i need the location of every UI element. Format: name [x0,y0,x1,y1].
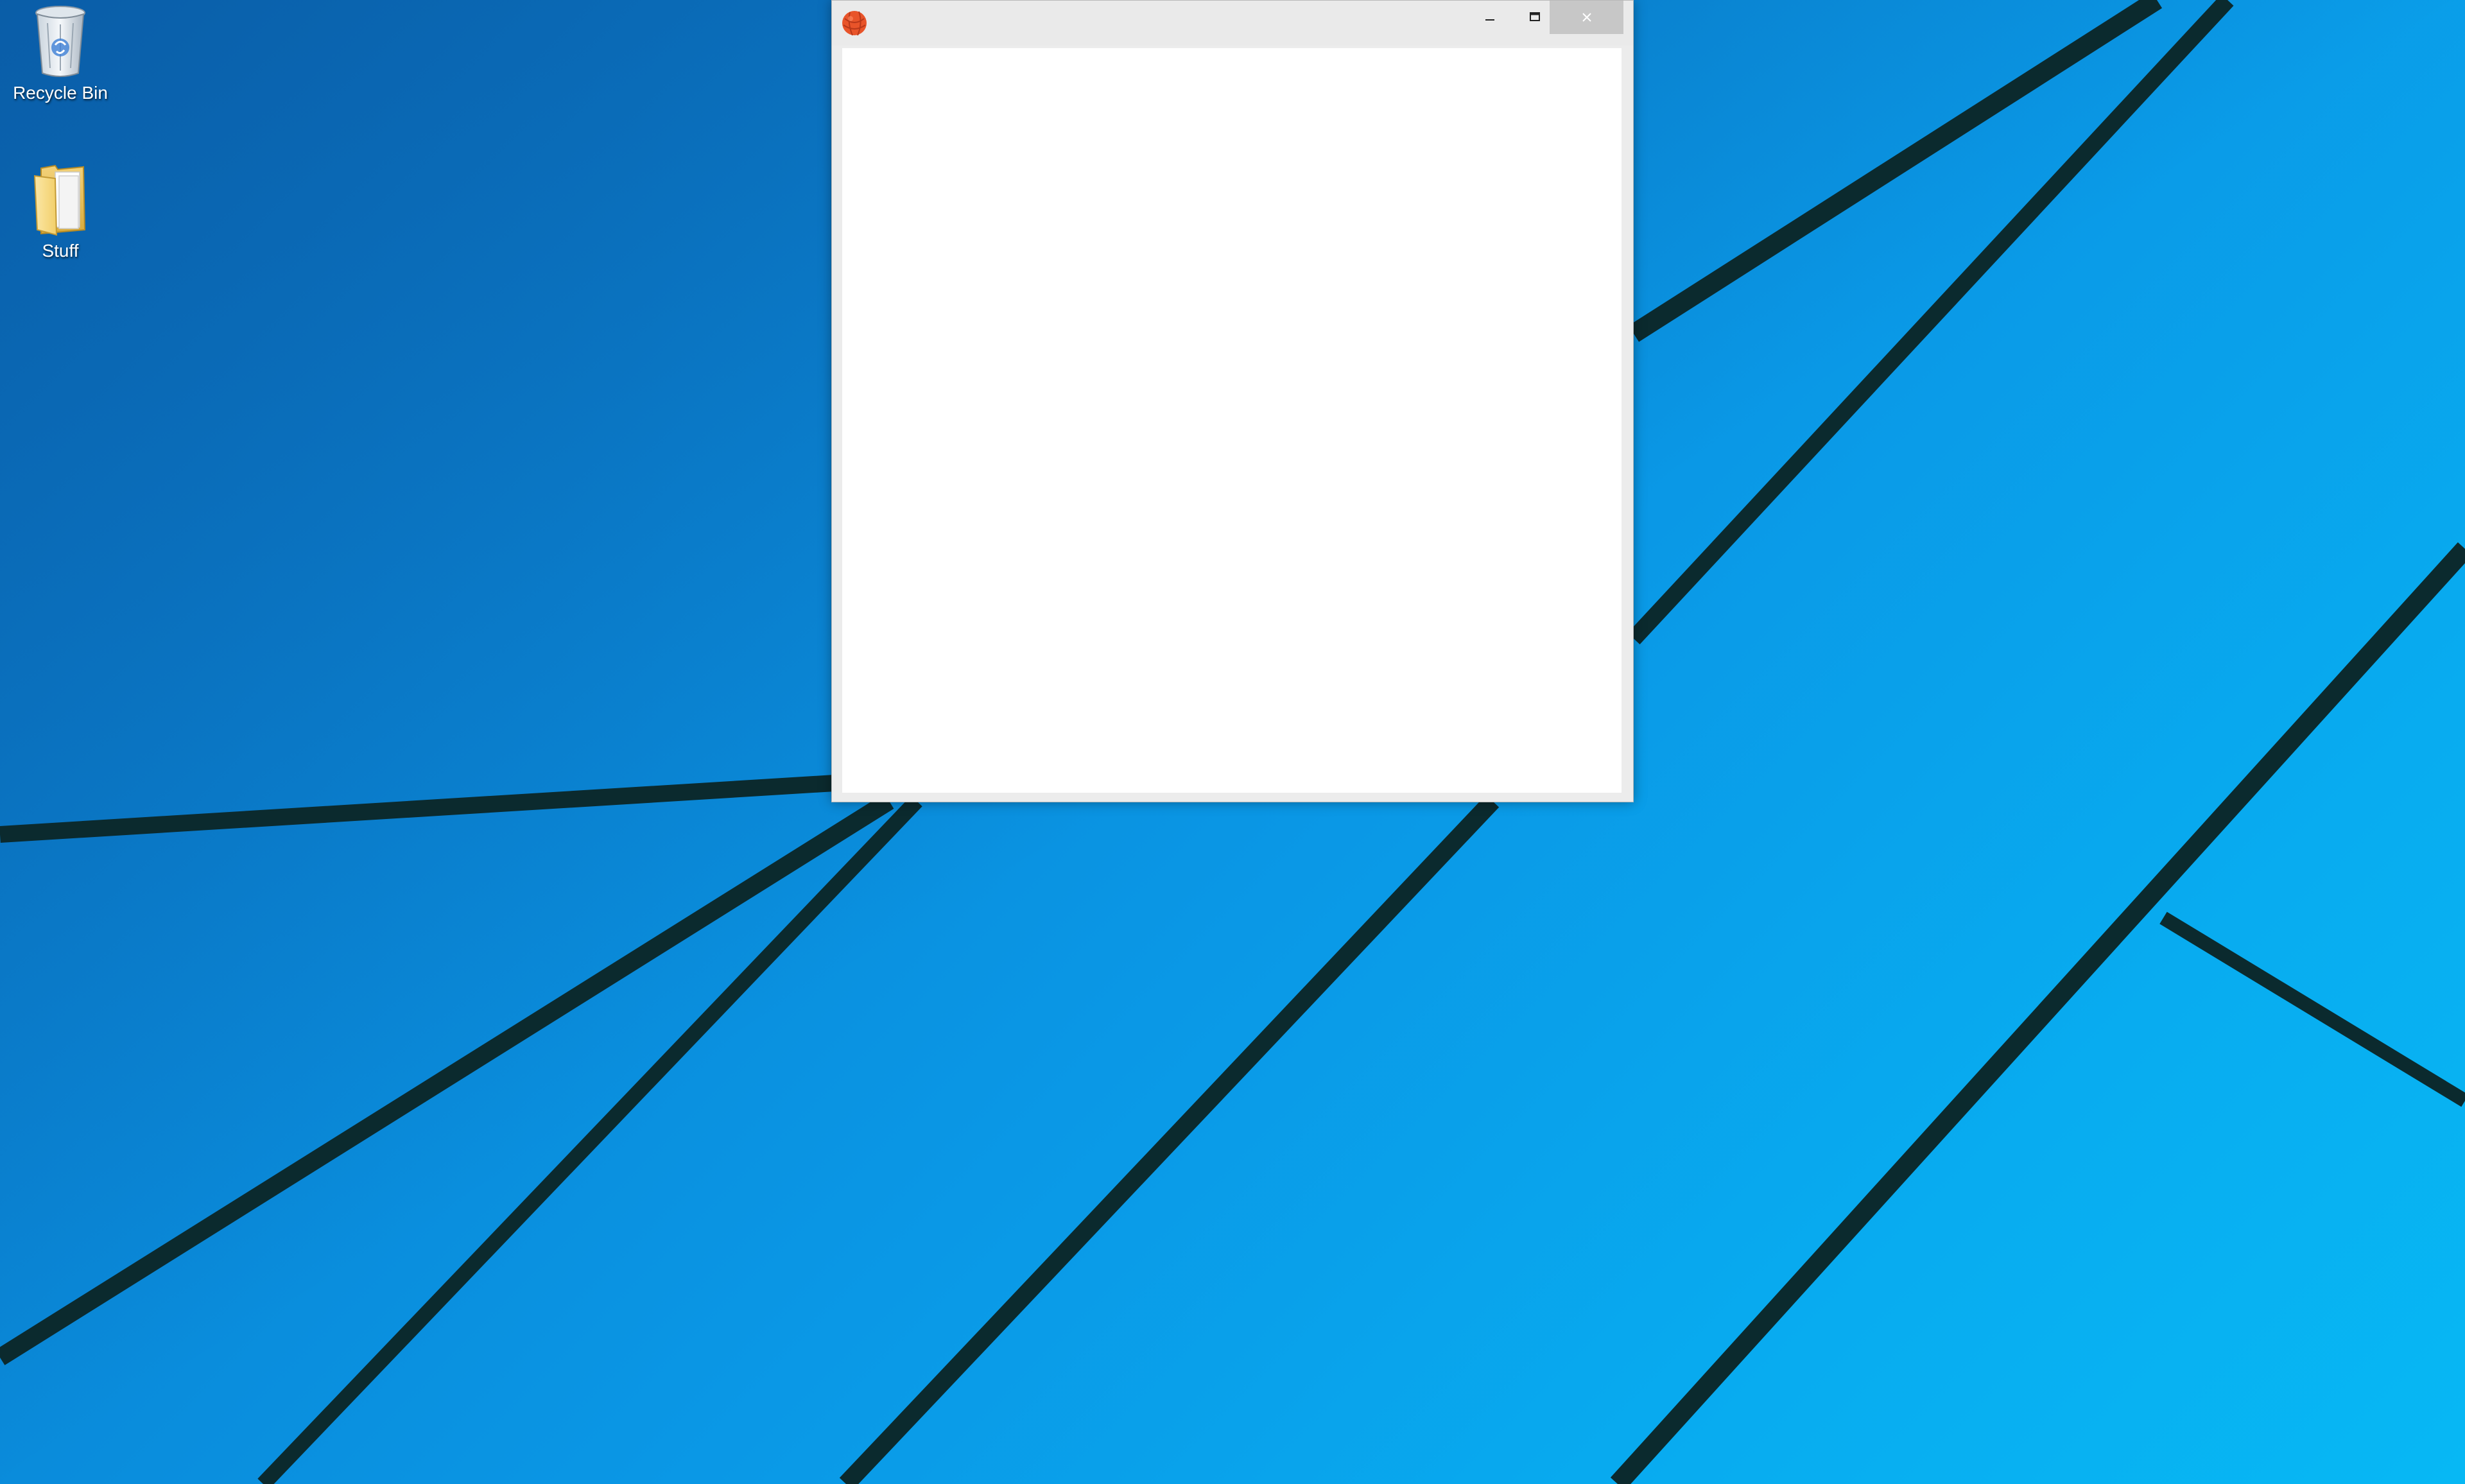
recycle-bin-label: Recycle Bin [13,83,108,103]
title-bar[interactable] [832,1,1633,46]
desktop-icon-recycle-bin[interactable]: Recycle Bin [3,4,118,104]
close-button[interactable] [1550,1,1623,34]
folder-icon [33,164,86,236]
recycle-bin-icon [35,6,85,77]
app-window[interactable] [831,0,1634,802]
app-ball-icon [842,11,867,36]
desktop[interactable]: Recycle Bin Stuff [0,0,2465,1484]
minimize-button[interactable] [1467,1,1512,34]
stuff-label: Stuff [42,241,79,261]
minimize-icon [1485,19,1494,21]
window-client-area[interactable] [842,48,1622,793]
desktop-icon-stuff[interactable]: Stuff [3,163,118,262]
close-icon [1582,13,1591,22]
maximize-icon [1530,12,1540,21]
